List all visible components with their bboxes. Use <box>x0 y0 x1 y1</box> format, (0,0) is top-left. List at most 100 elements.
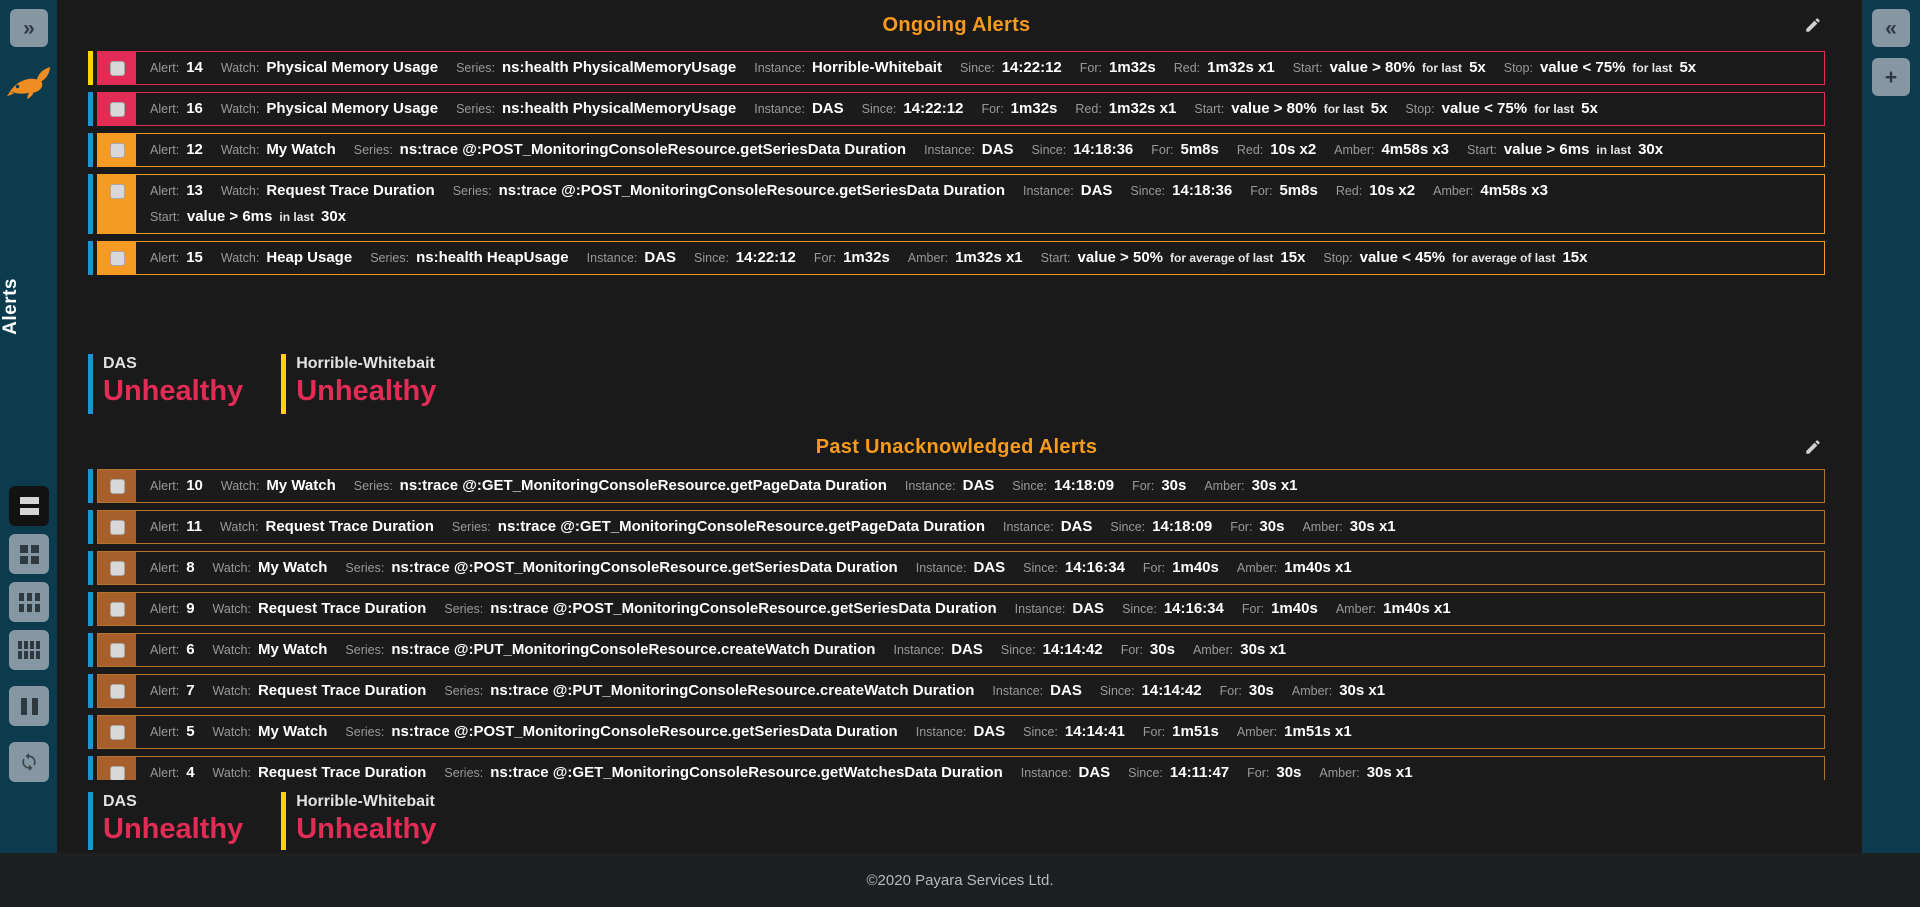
pencil-icon <box>1804 16 1822 34</box>
acknowledge-checkbox[interactable] <box>110 102 125 117</box>
instance-health-block: DASUnhealthy <box>88 792 243 850</box>
field-value: 1m40s <box>1172 555 1219 581</box>
field-label: For: <box>1247 760 1269 780</box>
acknowledge-checkbox[interactable] <box>110 184 125 199</box>
instance-health-status: Unhealthy <box>296 812 436 846</box>
field-value: DAS <box>951 637 983 663</box>
alert-field: Watch:Physical Memory Usage <box>221 96 438 122</box>
alert-row: Alert:12Watch:My WatchSeries:ns:trace @:… <box>88 133 1825 167</box>
field-value: Heap Usage <box>266 245 352 271</box>
field-value: 13 <box>186 178 203 204</box>
field-value: ns:trace @:PUT_MonitoringConsoleResource… <box>490 678 974 704</box>
alert-field: Series:ns:trace @:GET_MonitoringConsoleR… <box>444 760 1002 780</box>
field-value: DAS <box>812 96 844 122</box>
acknowledge-checkbox[interactable] <box>110 684 125 699</box>
field-label: Since: <box>1001 637 1036 663</box>
expand-sidebar-button[interactable]: » <box>10 9 48 47</box>
field-label: Red: <box>1336 178 1362 204</box>
acknowledge-checkbox[interactable] <box>110 520 125 535</box>
pause-data-button[interactable] <box>9 686 49 726</box>
field-label: Series: <box>456 96 495 122</box>
ongoing-alerts-header: Ongoing Alerts <box>88 0 1825 37</box>
field-value: 4m58s x3 <box>1381 137 1449 163</box>
alert-level-block <box>98 675 136 707</box>
layout-2-columns-button[interactable] <box>9 534 49 574</box>
acknowledge-checkbox[interactable] <box>110 643 125 658</box>
field-value: 14:18:09 <box>1054 473 1114 499</box>
field-value: 1m51s <box>1172 719 1219 745</box>
field-label: Since: <box>1122 596 1157 622</box>
acknowledge-checkbox[interactable] <box>110 725 125 740</box>
alert-row-fields: Alert:4Watch:Request Trace DurationSerie… <box>136 757 1824 780</box>
field-label: Watch: <box>221 473 259 499</box>
field-label: For: <box>1230 514 1252 540</box>
field-value: 6 <box>186 637 194 663</box>
alert-field: Instance: DAS <box>893 637 982 663</box>
field-label: Series: <box>345 637 384 663</box>
alert-field: For:30s <box>1132 473 1186 499</box>
acknowledge-checkbox[interactable] <box>110 766 125 780</box>
alert-row: Alert:16Watch:Physical Memory UsageSerie… <box>88 92 1825 126</box>
alert-level-block <box>98 716 136 748</box>
instance-health-summary-bottom: DASUnhealthyHorrible-WhitebaitUnhealthy <box>88 792 1825 850</box>
field-label: Instance: <box>754 55 805 81</box>
alert-field: Instance:DAS <box>1015 596 1104 622</box>
alert-row: Alert:8Watch:My WatchSeries:ns:trace @:P… <box>88 551 1825 585</box>
past-alerts-title: Past Unacknowledged Alerts <box>816 436 1098 458</box>
layout-single-column-button[interactable] <box>9 486 49 526</box>
edit-past-alerts-button[interactable] <box>1801 436 1825 460</box>
alert-field: Instance:Horrible-Whitebait <box>754 55 942 81</box>
alert-field: Series:ns:health HeapUsage <box>370 245 568 271</box>
layout-3-columns-button[interactable] <box>9 582 49 622</box>
field-value: 11 <box>186 514 202 540</box>
alert-field: Since:14:18:09 <box>1012 473 1114 499</box>
field-label: Series: <box>453 178 492 204</box>
acknowledge-checkbox[interactable] <box>110 561 125 576</box>
alert-level-block <box>98 757 136 780</box>
field-label: Instance: <box>1023 178 1074 204</box>
field-label: Amber: <box>1237 555 1277 581</box>
alert-level-block <box>98 52 136 84</box>
alert-row-fields: Alert:11Watch:Request Trace DurationSeri… <box>136 511 1824 543</box>
field-value: value > 50% <box>1078 245 1163 271</box>
alert-field: Since:14:16:34 <box>1023 555 1125 581</box>
alert-row: Alert:7Watch:Request Trace DurationSerie… <box>88 674 1825 708</box>
field-label: Watch: <box>221 96 259 122</box>
refresh-data-button[interactable] <box>9 742 49 782</box>
alert-row-fields: Alert:12Watch:My WatchSeries:ns:trace @:… <box>136 134 1824 166</box>
field-label: Stop: <box>1405 96 1434 122</box>
alerts-page: Ongoing Alerts Alert:14Watch:Physical Me… <box>57 0 1862 853</box>
alert-field: Alert:13 <box>150 178 203 204</box>
acknowledge-checkbox[interactable] <box>110 143 125 158</box>
edit-ongoing-alerts-button[interactable] <box>1801 14 1825 38</box>
layout-4-columns-button[interactable] <box>9 630 49 670</box>
instance-color-bar <box>88 715 93 749</box>
field-value: ns:trace @:POST_MonitoringConsoleResourc… <box>391 555 897 581</box>
field-label: Since: <box>1023 719 1058 745</box>
add-panel-button[interactable]: + <box>1872 58 1910 96</box>
collapse-panel-button[interactable]: « <box>1872 9 1910 47</box>
field-value: ns:trace @:PUT_MonitoringConsoleResource… <box>391 637 875 663</box>
alert-level-block <box>98 593 136 625</box>
alert-field: Series:ns:trace @:POST_MonitoringConsole… <box>345 719 897 745</box>
acknowledge-checkbox[interactable] <box>110 251 125 266</box>
field-label: Watch: <box>220 514 258 540</box>
acknowledge-checkbox[interactable] <box>110 602 125 617</box>
acknowledge-checkbox[interactable] <box>110 479 125 494</box>
alert-field: Red:1m32s x1 <box>1174 55 1275 81</box>
field-label: Start: <box>1041 245 1071 271</box>
instance-color-bar <box>88 469 93 503</box>
field-label: For: <box>1132 473 1154 499</box>
field-label: Start: <box>1467 137 1497 163</box>
field-label: Instance: <box>916 719 967 745</box>
field-value: 30s x1 <box>1252 473 1298 499</box>
alert-field: Series:ns:trace @:POST_MonitoringConsole… <box>354 137 906 163</box>
alert-row-fields: Alert:8Watch:My WatchSeries:ns:trace @:P… <box>136 552 1824 584</box>
alert-field: For:1m32s <box>1080 55 1156 81</box>
alert-field: Watch:My Watch <box>213 637 328 663</box>
alert-field: For:30s <box>1230 514 1284 540</box>
field-label: Watch: <box>213 719 251 745</box>
past-alerts-list: Alert:10Watch:My WatchSeries:ns:trace @:… <box>88 469 1825 780</box>
acknowledge-checkbox[interactable] <box>110 61 125 76</box>
field-label: Instance: <box>893 637 944 663</box>
